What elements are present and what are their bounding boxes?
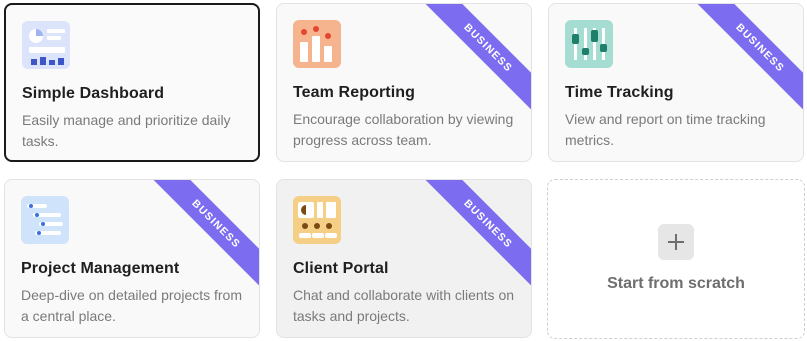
business-badge: BUSINESS <box>415 180 531 297</box>
time-tracking-icon <box>565 20 613 68</box>
template-title: Simple Dashboard <box>22 85 165 102</box>
template-card-team-reporting[interactable]: Team Reporting Encourage collaboration b… <box>276 3 532 162</box>
template-card-client-portal[interactable]: Client Portal Chat and collaborate with … <box>276 179 532 338</box>
template-description: Easily manage and prioritize daily tasks… <box>22 112 231 149</box>
template-card-time-tracking[interactable]: Time Tracking View and report on time tr… <box>548 3 804 162</box>
template-title: Client Portal <box>293 260 389 277</box>
business-badge: BUSINESS <box>687 4 803 121</box>
template-title: Team Reporting <box>293 84 416 101</box>
template-title: Time Tracking <box>565 84 674 101</box>
template-title: Project Management <box>21 260 180 277</box>
template-description: Deep-dive on detailed projects from a ce… <box>21 287 243 324</box>
dashboard-icon <box>22 21 70 69</box>
plus-icon <box>658 224 694 260</box>
template-description: View and report on time tracking metrics… <box>565 111 766 148</box>
business-badge: BUSINESS <box>415 4 531 121</box>
team-reporting-icon <box>293 20 341 68</box>
start-from-scratch-card[interactable]: Start from scratch <box>547 179 805 339</box>
template-card-project-management[interactable]: Project Management Deep-dive on detailed… <box>4 179 260 338</box>
start-from-scratch-label: Start from scratch <box>607 275 745 292</box>
template-description: Chat and collaborate with clients on tas… <box>293 287 515 324</box>
template-card-simple-dashboard[interactable]: Simple Dashboard Easily manage and prior… <box>4 3 260 162</box>
template-description: Encourage collaboration by viewing progr… <box>293 111 514 148</box>
project-management-icon <box>21 196 69 244</box>
client-portal-icon <box>293 196 341 244</box>
business-badge: BUSINESS <box>143 180 259 297</box>
